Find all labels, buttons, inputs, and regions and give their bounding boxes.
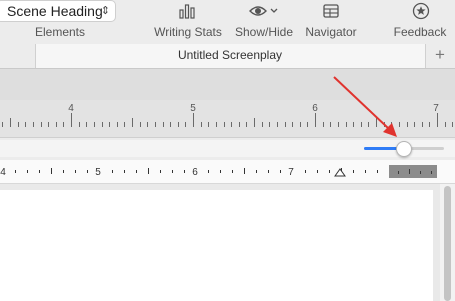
annotation-arrow: [333, 76, 397, 137]
